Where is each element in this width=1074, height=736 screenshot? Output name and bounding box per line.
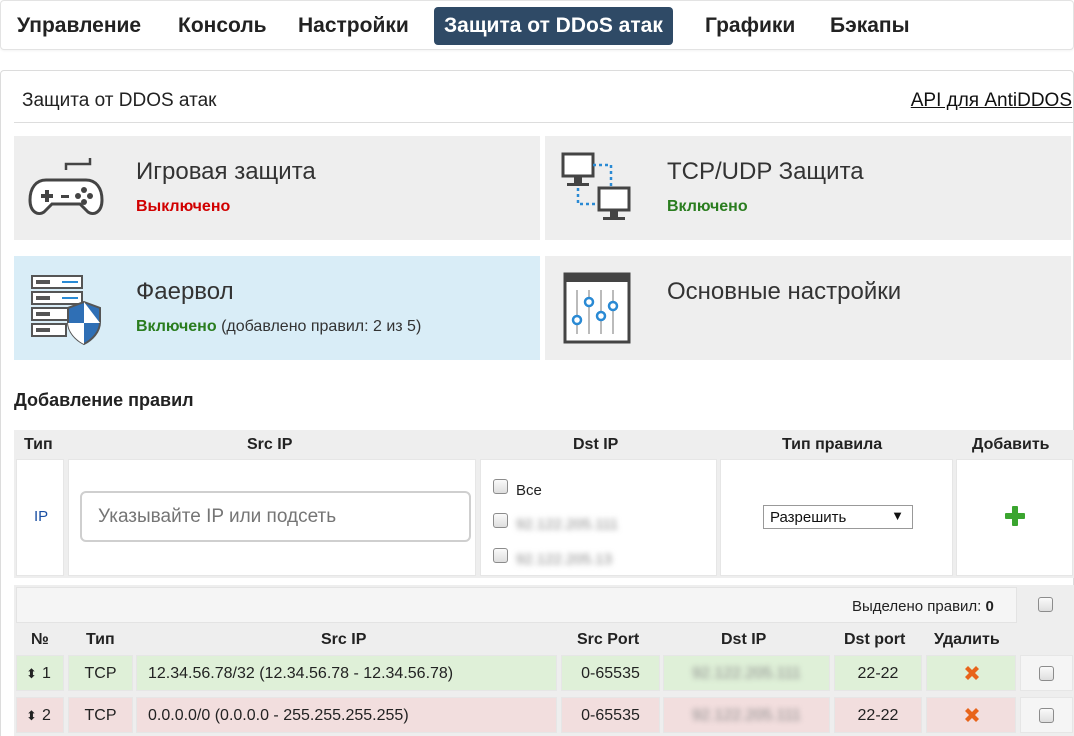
status-value: Включено [136,318,217,335]
tab-graphs[interactable]: Графики [695,7,805,45]
dst-ip-1-label: 92.122.205.111 [516,516,619,533]
status-label: Включено [667,198,748,215]
col-src-port: Src Port [577,631,640,648]
row-type: TCP [68,697,133,733]
row-select-cell [1020,697,1073,733]
tab-management[interactable]: Управление [7,7,151,45]
row-dst-ip-cell: 92.122.205.111 [663,697,830,733]
selected-rules-label: Выделено правил: 0 [852,598,994,615]
header-rule-type: Тип правила [782,436,883,453]
tile-title: Фаервол [136,278,234,305]
dst-ip-1-checkbox[interactable] [493,513,508,528]
dropdown-arrow-icon: ▼ [891,508,904,523]
tab-ddos-protection[interactable]: Защита от DDoS атак [434,7,673,45]
col-dst-port: Dst port [844,631,906,648]
col-dst-ip: Dst IP [721,631,767,648]
dst-all-checkbox[interactable] [493,479,508,494]
src-ip-input[interactable] [80,491,471,542]
top-nav: Управление Консоль Настройки Защита от D… [0,0,1074,50]
status-label: Включено (добавлено правил: 2 из 5) [136,318,421,336]
row-checkbox[interactable] [1039,666,1054,681]
col-type: Тип [86,631,115,648]
row-delete-cell [926,655,1016,691]
tile-tcp-udp-protection[interactable]: TCP/UDP Защита Включено [545,136,1071,240]
tab-settings[interactable]: Настройки [288,7,419,45]
row-dst-port: 22-22 [834,697,922,733]
dst-ip-2-label: 92.122.205.13 [516,551,612,568]
col-delete: Удалить [934,631,1000,648]
dst-all-label: Все [516,482,542,499]
row-src-port: 0-65535 [561,655,660,691]
row-num: 2 [42,707,51,724]
rules-count-note: (добавлено правил: 2 из 5) [221,318,422,335]
row-src-ip: 0.0.0.0/0 (0.0.0.0 - 255.255.255.255) [136,697,557,733]
tile-title: Игровая защита [136,158,316,185]
add-rule-plus-icon[interactable] [1004,505,1026,527]
col-num: № [31,631,49,648]
title-divider [14,122,1074,123]
rule-type-selected: Разрешить [770,509,847,526]
row-select-cell [1020,655,1073,691]
row-delete-cell [926,697,1016,733]
drag-sort-icon[interactable]: ⬍ [26,698,37,734]
table-row[interactable]: ⬍ 1 [16,655,64,691]
col-src-ip: Src IP [321,631,367,648]
row-src-ip: 12.34.56.78/32 (12.34.56.78 - 12.34.56.7… [136,655,557,691]
firewall-shield-icon [31,275,101,346]
header-dst-ip: Dst IP [573,436,619,453]
status-label: Выключено [136,198,231,215]
tile-title: Основные настройки [667,278,902,305]
tab-backups[interactable]: Бэкапы [820,7,920,45]
tile-firewall[interactable]: Фаервол Включено (добавлено правил: 2 из… [14,256,540,360]
row-dst-ip-cell: 92.122.205.111 [663,655,830,691]
drag-sort-icon[interactable]: ⬍ [26,656,37,692]
delete-icon[interactable] [963,664,981,682]
row-num: 1 [42,665,51,682]
header-src-ip: Src IP [247,436,293,453]
add-rules-title: Добавление правил [14,390,194,410]
table-row[interactable]: ⬍ 2 [16,697,64,733]
network-icon [561,152,631,220]
dst-ip-2-checkbox[interactable] [493,548,508,563]
delete-icon[interactable] [963,706,981,724]
gamepad-icon [28,158,104,215]
rule-type-ip[interactable]: IP [34,508,48,525]
select-all-checkbox[interactable] [1038,597,1053,612]
tile-general-settings[interactable]: Основные настройки [545,256,1071,360]
row-type: TCP [68,655,133,691]
row-checkbox[interactable] [1039,708,1054,723]
page-title: Защита от DDOS атак [22,90,217,111]
selected-label: Выделено правил: [852,598,982,615]
selected-count: 0 [985,598,994,615]
rule-type-select[interactable]: Разрешить ▼ [763,505,913,529]
tile-title: TCP/UDP Защита [667,158,864,185]
row-src-port: 0-65535 [561,697,660,733]
header-type: Тип [24,436,53,453]
settings-sliders-icon [563,272,631,344]
tab-console[interactable]: Консоль [168,7,277,45]
header-add: Добавить [972,436,1050,453]
tile-game-protection[interactable]: Игровая защита Выключено [14,136,540,240]
row-dst-ip: 92.122.205.111 [692,665,801,682]
row-dst-port: 22-22 [834,655,922,691]
api-antiddos-link[interactable]: API для AntiDDOS [911,90,1072,112]
row-dst-ip: 92.122.205.111 [692,707,801,724]
